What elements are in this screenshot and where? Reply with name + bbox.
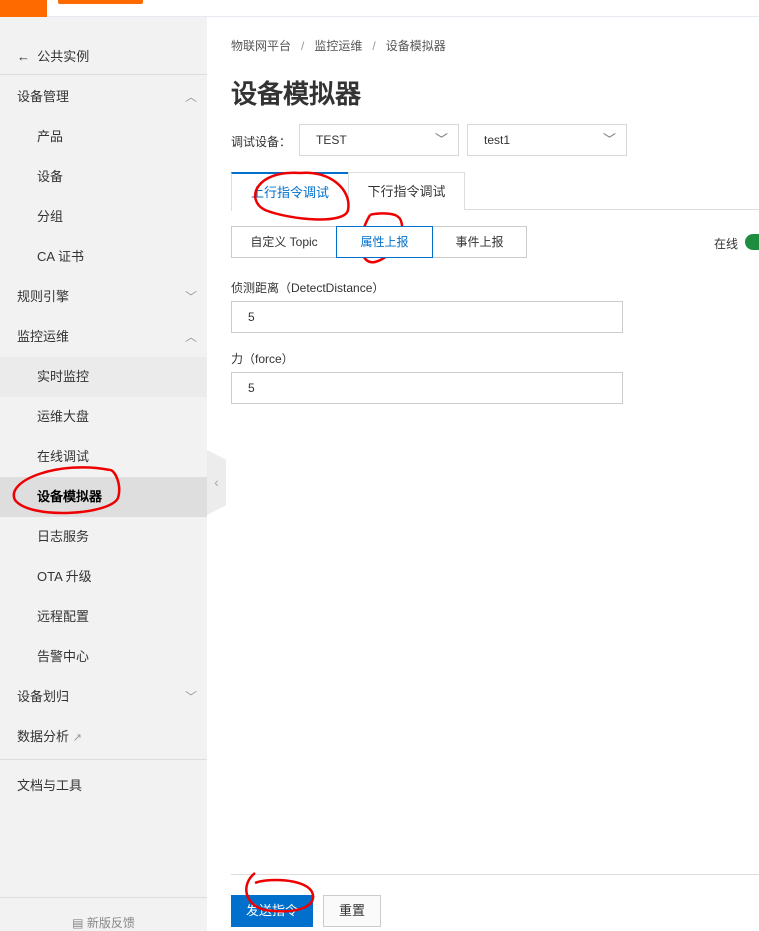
feedback-icon: ▤: [72, 916, 84, 930]
chevron-down-icon: ﹀: [184, 690, 197, 704]
reset-button[interactable]: 重置: [323, 895, 381, 927]
breadcrumb-item[interactable]: 物联网平台: [231, 39, 291, 53]
arrow-left-icon: ←: [17, 49, 30, 64]
force-input[interactable]: 5: [231, 372, 623, 404]
chevron-down-icon: ﹀: [434, 132, 448, 147]
chevron-up-icon: ︿: [184, 330, 197, 344]
sidebar-item-log-service[interactable]: 日志服务: [0, 517, 207, 557]
back-to-instances[interactable]: ← 公共实例: [17, 46, 89, 65]
sidebar-item-data-analysis[interactable]: 数据分析 ↗: [0, 717, 207, 757]
page-title: 设备模拟器: [231, 79, 362, 109]
external-link-icon: ↗: [72, 732, 82, 744]
label: 数据分析: [17, 729, 70, 744]
select-value: test1: [484, 133, 511, 147]
top-bar: [0, 0, 759, 17]
sidebar-item-ca-cert[interactable]: CA 证书: [0, 237, 207, 277]
chevron-down-icon: ﹀: [602, 132, 616, 147]
divider: [0, 759, 207, 760]
logo-text: [58, 0, 143, 4]
sidebar-item-products[interactable]: 产品: [0, 117, 207, 157]
select-value: TEST: [316, 133, 347, 147]
divider: [0, 74, 207, 75]
product-select[interactable]: TEST ﹀: [299, 124, 459, 156]
sidebar-item-devices[interactable]: 设备: [0, 157, 207, 197]
label: 设备管理: [17, 89, 70, 104]
chevron-left-icon: ‹: [214, 474, 219, 490]
tab-downstream-debug[interactable]: 下行指令调试: [348, 172, 465, 210]
back-label: 公共实例: [37, 49, 90, 64]
feedback-label: 新版反馈: [86, 916, 135, 930]
breadcrumb-item: 设备模拟器: [385, 39, 446, 53]
sidebar-group-device-assign[interactable]: 设备划归 ﹀: [0, 677, 207, 717]
sidebar-item-groups[interactable]: 分组: [0, 197, 207, 237]
breadcrumb: 物联网平台 / 监控运维 / 设备模拟器: [231, 39, 446, 53]
tab-upstream-debug[interactable]: 上行指令调试: [231, 172, 349, 211]
sidebar-item-ops-dashboard[interactable]: 运维大盘: [0, 397, 207, 437]
sidebar-group-device-management[interactable]: 设备管理 ︿: [0, 77, 207, 117]
chevron-down-icon: ﹀: [184, 290, 197, 304]
sidebar-item-realtime-monitor[interactable]: 实时监控: [0, 357, 207, 397]
field-label-detect-distance: 侦测距离（DetectDistance）: [231, 281, 385, 295]
divider: [0, 897, 207, 898]
divider: [231, 874, 759, 875]
segment-property-report[interactable]: 属性上报: [336, 226, 433, 258]
detect-distance-input[interactable]: 5: [231, 301, 623, 333]
chevron-up-icon: ︿: [184, 90, 197, 104]
device-select[interactable]: test1 ﹀: [467, 124, 627, 156]
tab-divider: [465, 209, 759, 210]
field-label-force: 力（force）: [231, 352, 294, 366]
device-label: 调试设备：: [231, 135, 292, 149]
sidebar-group-rules-engine[interactable]: 规则引擎 ﹀: [0, 277, 207, 317]
label: 设备划归: [17, 689, 70, 704]
breadcrumb-item[interactable]: 监控运维: [314, 39, 362, 53]
segment-custom-topic[interactable]: 自定义 Topic: [231, 226, 337, 258]
sidebar-group-monitoring[interactable]: 监控运维 ︿: [0, 317, 207, 357]
sidebar-item-remote-config[interactable]: 远程配置: [0, 597, 207, 637]
send-command-button[interactable]: 发送指令: [231, 895, 313, 927]
sidebar-item-online-debug[interactable]: 在线调试: [0, 437, 207, 477]
sidebar-item-device-simulator[interactable]: 设备模拟器: [0, 477, 207, 517]
sidebar: ← 公共实例 设备管理 ︿ 产品 设备 分组 CA 证书 规则引擎 ﹀ 监控运维 ︿ …: [0, 17, 207, 931]
label: 规则引擎: [17, 289, 70, 304]
label: 监控运维: [17, 329, 70, 344]
segment-event-report[interactable]: 事件上报: [432, 226, 527, 258]
online-toggle[interactable]: [745, 234, 759, 250]
sidebar-item-alert-center[interactable]: 告警中心: [0, 637, 207, 677]
logo[interactable]: [0, 0, 47, 17]
status-label: 在线: [714, 237, 739, 251]
collapse-sidebar-handle[interactable]: ‹: [207, 450, 226, 515]
sidebar-item-docs-tools[interactable]: 文档与工具: [0, 766, 207, 806]
sidebar-item-ota[interactable]: OTA 升级: [0, 557, 207, 597]
feedback-link[interactable]: ▤ 新版反馈: [0, 914, 207, 931]
